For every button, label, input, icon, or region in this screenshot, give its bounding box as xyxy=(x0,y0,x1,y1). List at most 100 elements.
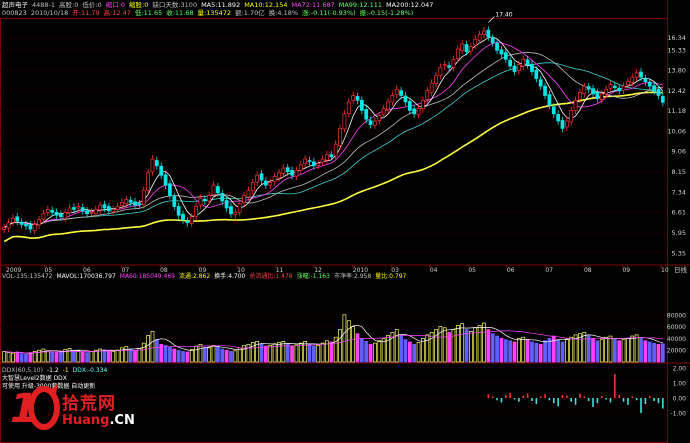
candle-body xyxy=(464,44,469,52)
volume-bar xyxy=(543,340,547,363)
candle-body xyxy=(28,224,33,230)
volume-bar xyxy=(24,353,28,363)
volume-bar xyxy=(28,352,33,363)
x-tick-label: 10 xyxy=(661,267,669,274)
candle-body xyxy=(473,38,478,46)
volume-bar xyxy=(246,343,251,363)
candle-body xyxy=(329,154,334,158)
volume-bar xyxy=(477,325,482,363)
volume-bar xyxy=(233,350,238,363)
candle-body xyxy=(133,201,137,206)
logo-mark-icon: 1 xyxy=(10,384,60,432)
volume-bar xyxy=(643,340,648,363)
candle-body xyxy=(111,209,116,213)
candle-body xyxy=(2,227,7,230)
volume-bar xyxy=(460,323,465,363)
volume-bar xyxy=(394,329,399,363)
candle-body xyxy=(154,160,159,167)
volume-bar xyxy=(216,346,220,363)
price-tick-label: 15.33 xyxy=(667,46,686,54)
x-tick-label: 09 xyxy=(622,267,630,274)
candle-body xyxy=(482,30,486,35)
volume-bar xyxy=(303,341,308,363)
candle-body xyxy=(207,195,212,202)
candle-body xyxy=(19,221,24,225)
volume-bar xyxy=(141,342,146,363)
candle-body xyxy=(137,203,142,206)
header-field: 高:12.47 xyxy=(103,9,131,17)
candle-body xyxy=(477,34,482,41)
candle-body xyxy=(255,174,260,183)
candle-body xyxy=(45,209,50,213)
header-field: 涨:-0.11(-0.93%) xyxy=(302,9,356,17)
candle-body xyxy=(98,204,103,211)
candle-body xyxy=(185,220,190,224)
volume-bar xyxy=(11,352,15,363)
volume-bar xyxy=(185,351,190,363)
candle-body xyxy=(281,167,286,174)
volume-bar xyxy=(72,349,76,363)
candle-body xyxy=(569,110,574,123)
volume-field: MAVOL:170036.797 xyxy=(56,273,116,280)
volume-bar xyxy=(451,329,456,363)
volume-bar xyxy=(499,338,504,363)
candle-body xyxy=(325,154,329,161)
volume-bar xyxy=(355,333,360,363)
header-field: MA99:12.111 xyxy=(338,1,382,9)
candle-body xyxy=(298,164,303,171)
candle-body xyxy=(342,113,347,130)
candle-body xyxy=(242,195,246,204)
watermark-logo: 1 拾荒网 Huang.CN xyxy=(10,380,160,438)
candle-body xyxy=(612,85,617,89)
candle-body xyxy=(591,88,595,95)
volume-field: 涨幅:-1.163 xyxy=(296,273,330,280)
candle-body xyxy=(285,167,290,172)
volume-field: VOL-135:135472 xyxy=(2,273,53,280)
candle-body xyxy=(564,120,569,128)
volume-bar xyxy=(59,351,63,363)
volume-bar xyxy=(176,349,181,363)
header-field: 2010/10/18 xyxy=(30,9,69,17)
candle-body xyxy=(399,90,403,96)
header-field: 000823 xyxy=(2,9,27,17)
annotation-pointer xyxy=(488,16,495,23)
candle-body xyxy=(412,108,417,115)
volume-bar xyxy=(608,335,613,363)
volume-bar xyxy=(634,334,639,363)
volume-bar xyxy=(163,345,168,363)
candle-body xyxy=(447,65,451,68)
candle-body xyxy=(159,165,164,176)
volume-bar xyxy=(111,351,116,363)
volume-bar xyxy=(569,336,574,363)
x-tick-label: 05 xyxy=(468,267,476,274)
volume-bar xyxy=(285,343,290,363)
volume-bar xyxy=(359,338,364,363)
header-field: 4488-1 xyxy=(32,1,56,9)
candle-body xyxy=(67,207,72,214)
indicator-field: -1 xyxy=(62,367,69,374)
volume-bar xyxy=(425,334,430,363)
candle-body xyxy=(198,197,203,206)
header-field: 换:4.18% xyxy=(268,9,299,17)
candle-body xyxy=(582,85,587,95)
candle-body xyxy=(639,71,643,78)
candle-body xyxy=(403,95,408,103)
candle-body xyxy=(224,200,229,209)
volume-bar xyxy=(224,349,229,363)
volume-bar xyxy=(268,345,273,363)
candle-body xyxy=(421,99,425,110)
volume-bar xyxy=(586,335,591,363)
header-field: 额:1.70亿 xyxy=(235,9,265,17)
candle-body xyxy=(647,81,652,87)
volume-bar xyxy=(503,339,508,363)
volume-bar xyxy=(311,345,316,363)
candle-body xyxy=(499,49,504,55)
volume-bar xyxy=(508,340,513,363)
volume-bar xyxy=(534,342,539,363)
indicator-tick-label: 1.00 xyxy=(673,381,687,388)
candle-body xyxy=(163,174,168,186)
volume-bar xyxy=(442,327,447,363)
volume-bar xyxy=(647,341,652,363)
volume-bar xyxy=(469,330,473,363)
candle-body xyxy=(626,81,630,86)
